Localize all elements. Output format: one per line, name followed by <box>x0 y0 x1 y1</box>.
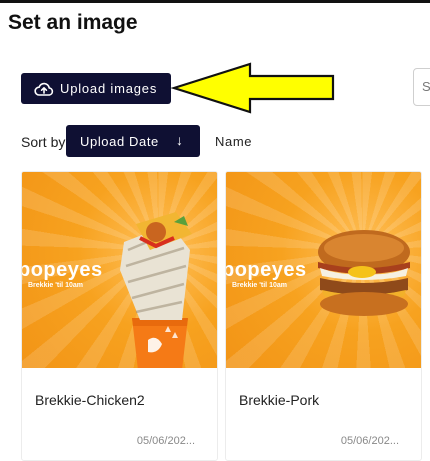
cloud-upload-icon <box>34 81 54 97</box>
upload-images-label: Upload images <box>60 81 158 96</box>
image-card[interactable]: popeyes Brekkie 'til 10am Brekkie-Pork 0… <box>225 171 422 461</box>
wrap-product-image <box>120 212 192 368</box>
upload-images-button[interactable]: Upload images <box>21 73 171 104</box>
image-caption: Brekkie-Pork <box>239 392 320 408</box>
tagline-text: Brekkie 'til 10am <box>232 282 287 289</box>
image-date: 05/06/202... <box>340 435 399 447</box>
sort-upload-date-label: Upload Date <box>80 133 159 149</box>
image-thumbnail[interactable]: popeyes Brekkie 'til 10am <box>226 172 421 368</box>
image-thumbnail[interactable]: popeyes Brekkie 'til 10am <box>22 172 217 368</box>
arrow-down-icon: ↓ <box>176 132 184 148</box>
burger-product-image <box>318 230 410 316</box>
sort-name-button[interactable]: Name <box>215 134 252 149</box>
sort-by-label: Sort by <box>21 134 66 150</box>
sort-upload-date-button[interactable]: Upload Date ↓ <box>66 125 200 157</box>
image-date: 05/06/202... <box>136 435 195 447</box>
tagline-text: Brekkie 'til 10am <box>28 282 83 289</box>
search-input[interactable]: S <box>413 68 430 106</box>
image-caption: Brekkie-Chicken2 <box>35 392 145 408</box>
brand-logo-text: popeyes <box>22 259 103 281</box>
page-title: Set an image <box>8 11 138 34</box>
brand-logo-text: popeyes <box>226 259 307 281</box>
pointer-arrow-icon <box>170 62 335 114</box>
top-border <box>0 0 430 3</box>
image-card[interactable]: popeyes Brekkie 'til 10am Brekkie-Chicke… <box>21 171 218 461</box>
